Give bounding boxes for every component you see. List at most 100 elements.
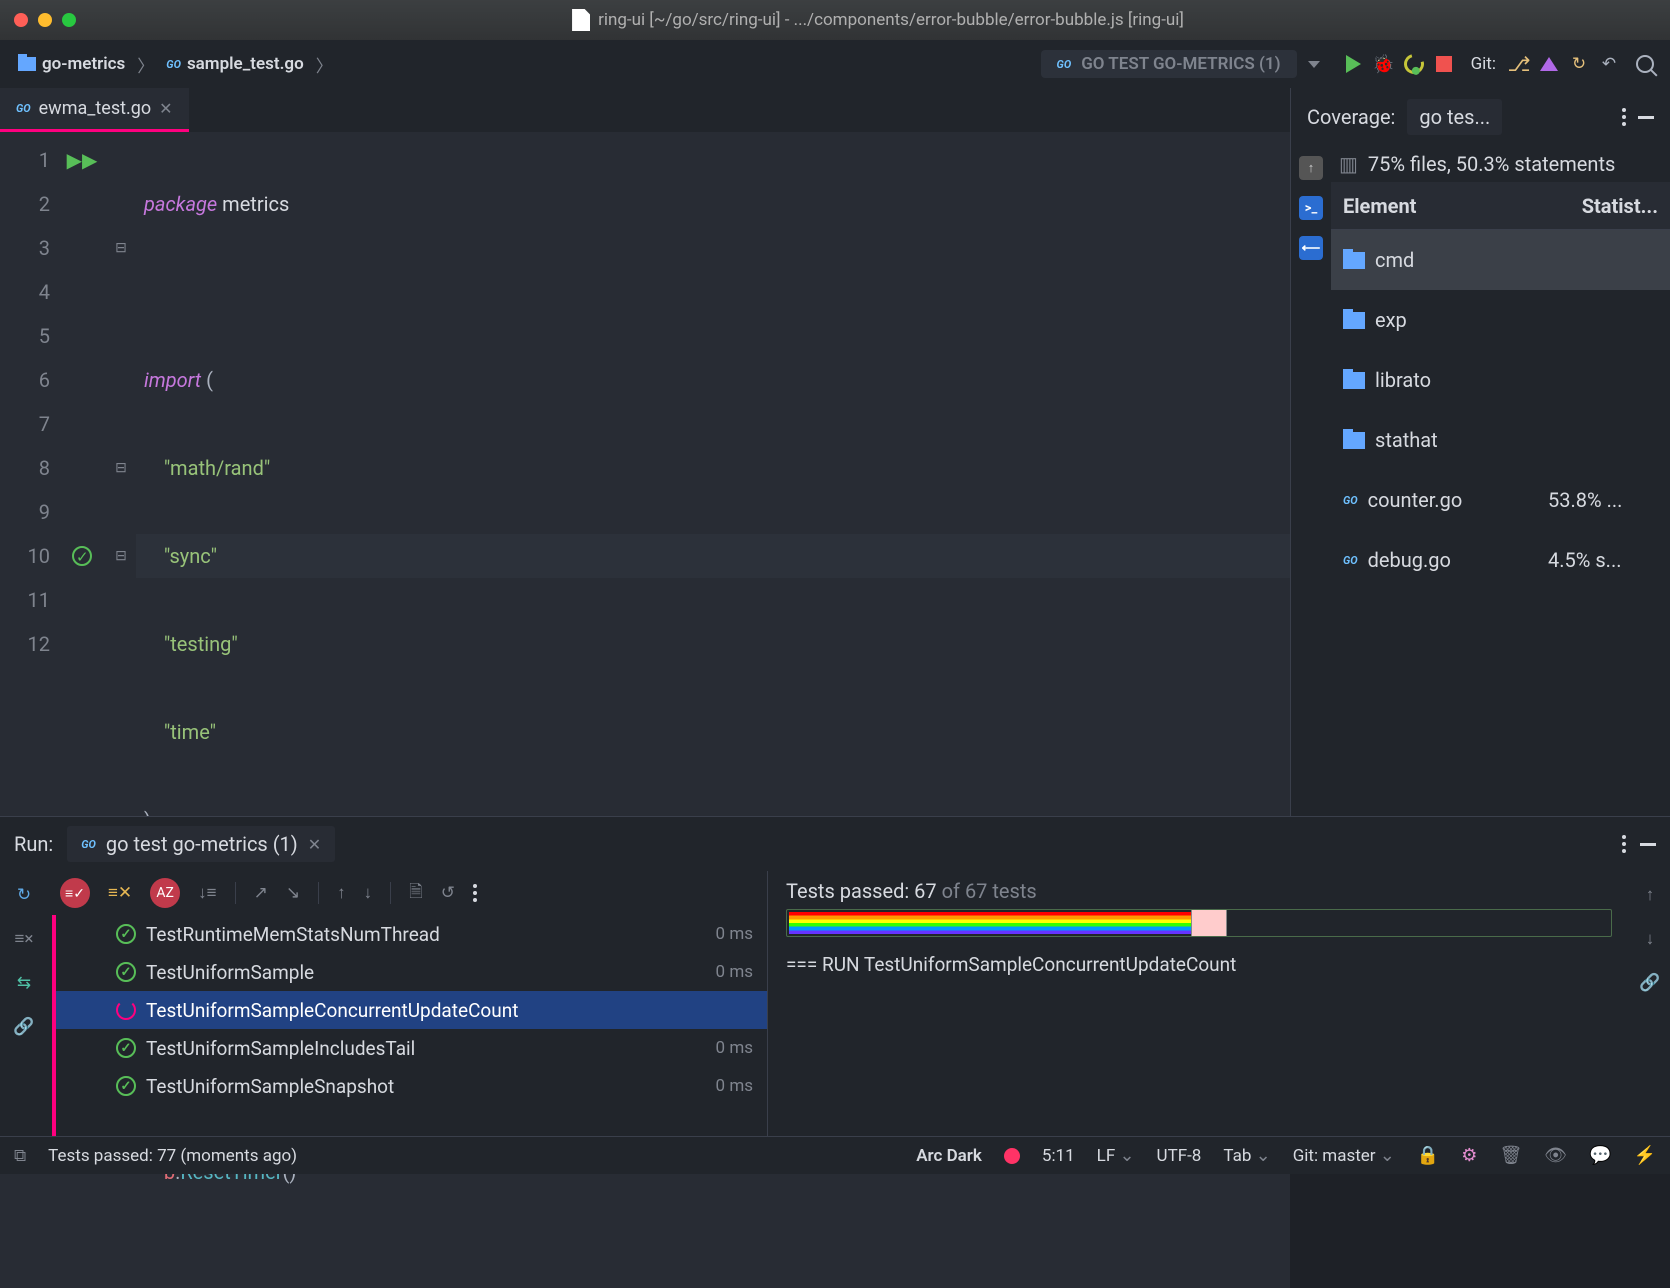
run-button[interactable] [1341,51,1367,77]
test-row[interactable]: ✓ TestRuntimeMemStatsNumThread 0 ms [56,915,767,953]
terminal-icon[interactable]: >_ [1299,196,1323,220]
coverage-icon [1400,50,1427,77]
collapse-all[interactable]: ↘ [286,883,300,903]
editor-tab-active[interactable]: ewma_test.go ✕ [0,88,189,132]
test-pass-gutter-icon[interactable] [58,534,106,578]
filter-icon[interactable]: ⟵ [1299,236,1323,260]
search-everywhere-button[interactable] [1632,51,1658,77]
hide-tool-windows-icon[interactable]: ⧉ [14,1146,26,1166]
sort-toggle[interactable]: AZ [150,878,180,908]
coverage-rows: cmd exp librato stat [1331,230,1670,590]
window-title: ring-ui [~/go/src/ring-ui] - .../compone… [598,10,1184,30]
coverage-suite-selector[interactable]: go tes... [1407,99,1502,135]
go-file-icon [1343,494,1358,507]
sync-button[interactable]: ⇆ [12,971,36,995]
coverage-title: Coverage: [1307,105,1395,129]
coverage-row[interactable]: exp [1331,290,1670,350]
scroll-down-button[interactable]: ↓ [1646,929,1655,949]
flatten-icon[interactable]: ▥ [1339,152,1358,176]
stop-button[interactable] [1431,51,1457,77]
coverage-row[interactable]: cmd [1331,230,1670,290]
coverage-row[interactable]: counter.go 53.8% ... [1331,470,1670,530]
show-ignored-toggle[interactable]: ≡✕ [108,883,132,903]
git-push-button[interactable] [1536,51,1562,77]
push-icon [1540,57,1558,71]
minimize-window[interactable] [38,13,52,27]
hide-tool-window[interactable] [1640,843,1656,846]
file-icon [572,9,590,31]
run-config-dropdown[interactable] [1301,51,1327,77]
coverage-row[interactable]: debug.go 4.5% s... [1331,530,1670,590]
coverage-row[interactable]: stathat [1331,410,1670,470]
go-run-icon [1057,58,1072,71]
theme-color-icon [1004,1148,1020,1164]
test-row[interactable]: ✓ TestUniformSampleSnapshot 0 ms [56,1067,767,1105]
go-file-icon [16,102,31,115]
folder-icon [1343,312,1365,329]
next-failed[interactable]: ↓ [364,883,373,903]
run-configuration-selector[interactable]: GO TEST GO-METRICS (1) [1041,50,1297,78]
git-update-button[interactable]: ↻ [1566,51,1592,77]
status-message: Tests passed: 77 (moments ago) [48,1146,297,1166]
stop-icon [1436,56,1452,72]
memory-indicator-icon[interactable]: 🗑 [1499,1145,1522,1166]
test-row[interactable]: ✓ TestUniformSample 0 ms [56,953,767,991]
nav-up-icon[interactable]: ↑ [1299,156,1323,180]
navigation-bar: go-metrics 〉 sample_test.go 〉 GO TEST GO… [0,40,1670,88]
show-passed-toggle[interactable]: ≡✓ [60,878,90,908]
inspections-icon[interactable]: 👁 [1544,1145,1567,1166]
run-gutter-icon[interactable]: ▶▶ [58,138,106,182]
coverage-options-menu[interactable] [1622,108,1626,126]
zoom-window[interactable] [62,13,76,27]
run-tab[interactable]: go test go-metrics (1) ✕ [67,826,335,862]
prev-failed[interactable]: ↑ [337,883,346,903]
search-icon [1636,55,1654,73]
close-window[interactable] [14,13,28,27]
scroll-up-button[interactable]: ↑ [1646,885,1655,905]
test-tree: ≡✓ ≡✕ AZ ↓≡ ↗ ↘ ↑ ↓ 🗎 ↺ ✓ TestRuntimeMem… [48,871,768,1136]
breadcrumb-file[interactable]: sample_test.go [160,48,309,80]
run-options-menu[interactable] [1622,835,1626,853]
expand-all[interactable]: ↗ [254,883,268,903]
lock-icon[interactable]: 🔒 [1417,1145,1439,1166]
title-bar: ring-ui [~/go/src/ring-ui] - .../compone… [0,0,1670,40]
indent-selector[interactable]: Tab ⌄ [1223,1145,1270,1166]
export-results[interactable]: 🗎 [409,879,423,908]
link-output-button[interactable]: 🔗 [1639,973,1660,993]
power-save-icon[interactable]: ⚡ [1634,1145,1656,1166]
encoding-selector[interactable]: UTF-8 [1157,1146,1202,1166]
fold-handle[interactable]: ⊟ [106,226,136,270]
line-ending-selector[interactable]: LF ⌄ [1097,1145,1135,1166]
rerun-button[interactable]: ↻ [12,883,36,907]
folder-icon [1343,432,1365,449]
link-button[interactable]: 🔗 [12,1015,36,1039]
fold-handle[interactable]: ⊟ [106,446,136,490]
git-revert-button[interactable]: ↶ [1596,51,1622,77]
run-with-coverage-button[interactable] [1401,51,1427,77]
coverage-summary: 75% files, 50.3% statements [1368,152,1615,176]
event-log-icon[interactable]: 💬 [1589,1145,1611,1166]
git-branch-status[interactable]: Git: master ⌄ [1293,1145,1395,1166]
close-tab-icon[interactable]: ✕ [159,99,172,118]
folder-icon [1343,372,1365,389]
filter-tests-button[interactable]: ≡× [12,927,36,951]
history-button[interactable]: ↺ [441,883,455,903]
run-tool-window: Run: go test go-metrics (1) ✕ ↻ ≡× ⇆ 🔗 ≡… [0,816,1670,1136]
sort-by-duration[interactable]: ↓≡ [198,883,216,903]
breadcrumb-folder[interactable]: go-metrics [12,48,131,80]
test-row[interactable]: ✓ TestUniformSampleIncludesTail 0 ms [56,1029,767,1067]
test-row-running[interactable]: TestUniformSampleConcurrentUpdateCount [56,991,767,1029]
git-branches-button[interactable]: ⎇ [1506,51,1532,77]
settings-icon[interactable]: ⚙ [1461,1145,1477,1166]
test-more-menu[interactable] [473,884,477,902]
close-tab-icon[interactable]: ✕ [308,835,321,854]
fold-handle[interactable]: ⊟ [106,534,136,578]
test-passed-icon: ✓ [116,962,136,982]
caret-position[interactable]: 5:11 [1042,1146,1075,1166]
debug-button[interactable] [1371,51,1397,77]
theme-indicator[interactable]: Arc Dark [916,1146,982,1166]
chevron-down-icon [1308,61,1320,68]
folder-icon [1343,252,1365,269]
hide-tool-window[interactable] [1638,116,1654,119]
coverage-row[interactable]: librato [1331,350,1670,410]
